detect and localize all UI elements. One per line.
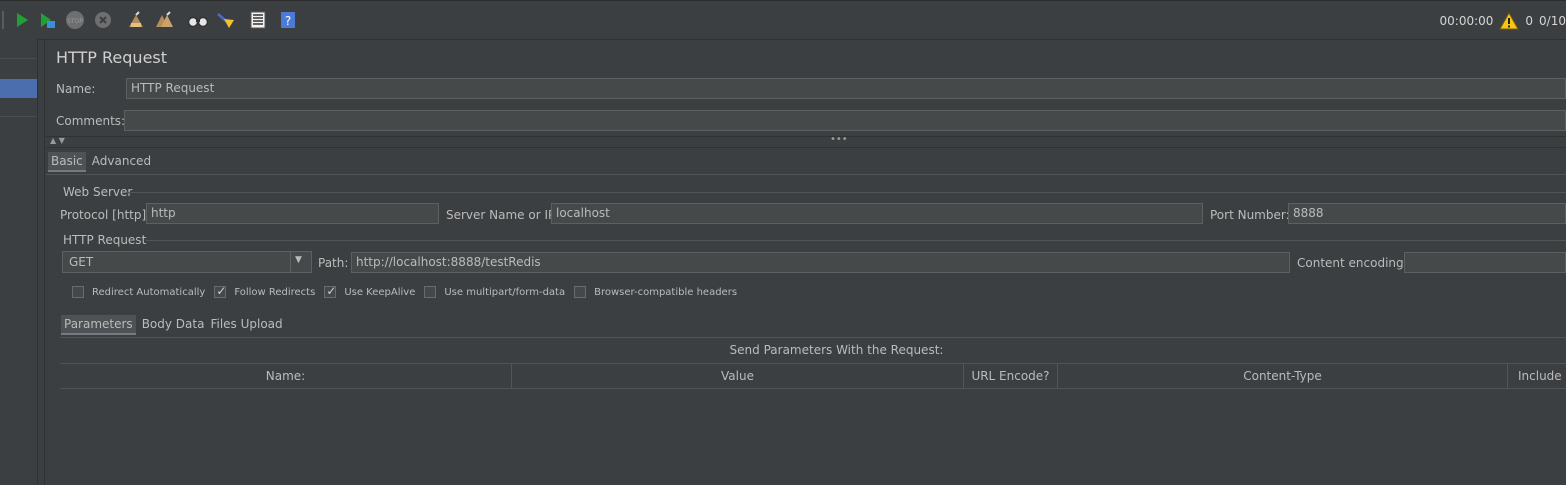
params-caption: Send Parameters With the Request: <box>729 343 944 357</box>
browser-compatible-option[interactable]: Browser-compatible headers <box>574 286 737 298</box>
column-name[interactable]: Name: <box>60 364 512 388</box>
function-helper-icon[interactable] <box>249 11 267 29</box>
svg-text:?: ? <box>285 14 291 28</box>
params-table-header: Name: Value URL Encode? Content-Type Inc… <box>60 363 1566 389</box>
protocol-field[interactable]: http <box>146 203 439 224</box>
comments-label: Comments: <box>56 114 126 128</box>
svg-text:STOP: STOP <box>67 18 83 25</box>
column-include-equals[interactable]: Include Equals? <box>1508 364 1566 388</box>
tab-body-data[interactable]: Body Data <box>142 315 205 335</box>
tab-advanced[interactable]: Advanced <box>92 152 151 172</box>
test-plan-tree <box>0 38 38 485</box>
http-request-group-title: HTTP Request <box>63 233 147 247</box>
tree-divider <box>0 58 37 59</box>
column-content-type[interactable]: Content-Type <box>1058 364 1508 388</box>
redirect-automatically-option[interactable]: Redirect Automatically <box>72 286 205 298</box>
tab-parameters[interactable]: Parameters <box>61 315 136 335</box>
server-field[interactable]: localhost <box>551 203 1203 224</box>
port-label: Port Number: <box>1210 208 1290 222</box>
splitter-grip-icon[interactable]: ••• <box>830 134 848 145</box>
main-tabs: Basic Advanced <box>48 152 151 172</box>
path-label: Path: <box>318 256 349 270</box>
select-divider <box>290 252 291 272</box>
search-icon[interactable] <box>187 11 209 29</box>
use-keepalive-option[interactable]: Use KeepAlive <box>324 284 416 298</box>
panel-title: HTTP Request <box>56 48 168 67</box>
params-table-body[interactable] <box>60 388 1566 485</box>
tab-files-upload[interactable]: Files Upload <box>210 315 282 335</box>
encoding-label: Content encoding: <box>1297 256 1408 270</box>
browser-compatible-checkbox[interactable] <box>574 286 587 298</box>
reset-search-icon[interactable] <box>215 11 237 29</box>
main-toolbar: STOP ? 00:00:00 0 0/10 <box>0 0 1566 40</box>
use-multipart-label: Use multipart/form-data <box>444 286 566 298</box>
name-label: Name: <box>56 82 96 96</box>
use-keepalive-label: Use KeepAlive <box>344 286 416 298</box>
toolbar-grip <box>2 11 4 29</box>
group-border <box>126 192 1566 193</box>
tab-separator <box>46 174 1566 175</box>
pane-divider[interactable] <box>44 38 45 485</box>
tree-selected-item[interactable] <box>0 79 37 98</box>
stop-icon[interactable]: STOP <box>64 11 86 29</box>
panel-splitter[interactable] <box>46 136 1566 148</box>
tab-separator <box>60 337 1566 338</box>
help-icon[interactable]: ? <box>279 11 297 29</box>
active-threads: 0/10 <box>1539 14 1566 28</box>
name-field[interactable]: HTTP Request <box>126 78 1566 99</box>
chevron-down-icon[interactable]: ▼ <box>295 255 302 265</box>
web-server-group-title: Web Server <box>63 185 133 199</box>
redirect-automatically-checkbox[interactable] <box>72 286 84 298</box>
redirect-automatically-label: Redirect Automatically <box>92 286 206 298</box>
elapsed-timer: 00:00:00 <box>1439 14 1494 28</box>
follow-redirects-checkbox[interactable] <box>214 284 226 298</box>
shutdown-icon[interactable] <box>94 11 112 29</box>
protocol-label: Protocol [http]: <box>60 208 151 222</box>
browser-compatible-label: Browser-compatible headers <box>594 286 738 298</box>
comments-field[interactable] <box>124 110 1566 131</box>
port-field[interactable]: 8888 <box>1288 203 1566 224</box>
follow-redirects-label: Follow Redirects <box>234 286 316 298</box>
use-multipart-option[interactable]: Use multipart/form-data <box>424 286 565 298</box>
column-value[interactable]: Value <box>512 364 964 388</box>
warning-count: 0 <box>1525 14 1534 28</box>
warning-icon[interactable] <box>1499 12 1520 30</box>
start-no-pauses-icon[interactable] <box>38 11 56 29</box>
follow-redirects-option[interactable]: Follow Redirects <box>214 284 316 298</box>
clear-all-icon[interactable] <box>155 11 173 29</box>
encoding-field[interactable] <box>1404 252 1566 273</box>
column-url-encode[interactable]: URL Encode? <box>964 364 1058 388</box>
method-select[interactable]: GET ▼ <box>62 251 312 273</box>
use-keepalive-checkbox[interactable] <box>324 284 336 298</box>
tab-basic[interactable]: Basic <box>48 152 86 172</box>
request-options: Redirect Automatically Follow Redirects … <box>72 284 746 298</box>
toolbar-status: 00:00:00 0 0/10 <box>1440 12 1566 30</box>
start-icon[interactable] <box>13 11 31 29</box>
parameter-tabs: Parameters Body Data Files Upload <box>61 315 283 335</box>
path-field[interactable]: http://localhost:8888/testRedis <box>351 252 1290 273</box>
clear-icon[interactable] <box>127 11 145 29</box>
use-multipart-checkbox[interactable] <box>424 286 437 298</box>
server-label: Server Name or IP: <box>446 208 560 222</box>
group-border <box>146 240 1566 241</box>
method-value: GET <box>69 255 94 269</box>
tree-divider <box>0 116 37 117</box>
collapse-arrows-icon[interactable]: ▲ ▼ <box>50 136 65 145</box>
